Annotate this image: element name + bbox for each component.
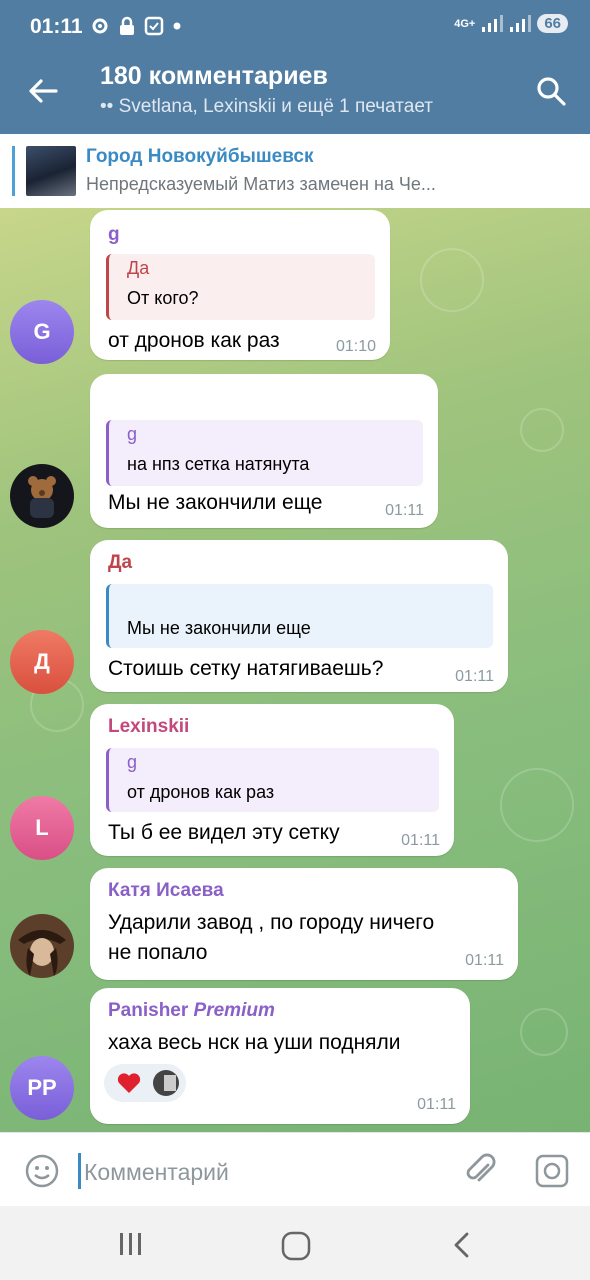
message-text: хаха весь нск на уши подняли [108, 1031, 401, 1054]
gear-icon [92, 18, 108, 34]
system-nav-bar [0, 1206, 590, 1280]
sender-name: Panisher [108, 1000, 189, 1021]
message-text: Стоишь сетку натягиваешь? [108, 657, 384, 680]
camera-icon[interactable] [534, 1153, 570, 1189]
message-bubble[interactable]: g на нпз сетка натянута Мы не закончили … [90, 374, 438, 528]
message-bubble[interactable]: Lexinskii g от дронов как раз Ты б ее ви… [90, 704, 454, 856]
message-sender: Lexinskii [108, 716, 190, 737]
avatar[interactable]: PP [10, 1056, 74, 1120]
message-sender: g [108, 224, 120, 245]
avatar[interactable]: L [10, 796, 74, 860]
quote-sender: Да [127, 258, 150, 278]
pinned-accent-bar [12, 146, 15, 196]
comment-input[interactable] [82, 1151, 446, 1193]
chat-header: 180 комментариев •• Svetlana, Lexinskii … [0, 56, 590, 134]
search-icon[interactable] [534, 74, 568, 108]
avatar[interactable]: G [10, 300, 74, 364]
pinned-thumbnail [26, 146, 76, 196]
message-sender: Panisher Premium [108, 1000, 275, 1022]
quote-text: от дронов как раз [127, 782, 275, 802]
message-bubble[interactable]: Panisher Premium хаха весь нск на уши по… [90, 988, 470, 1124]
status-bar: 01:11 4G+ 66 [0, 0, 590, 56]
avatar[interactable] [10, 464, 74, 528]
message-time: 01:10 [335, 338, 376, 355]
quote-sender: g [127, 424, 138, 444]
signal-icon [510, 14, 532, 32]
avatar[interactable]: Д [10, 630, 74, 694]
pinned-post-text: Непредсказуемый Матиз замечен на Че... [86, 174, 436, 194]
heart-icon [117, 1073, 141, 1093]
premium-badge: Premium [193, 1000, 275, 1021]
pinned-post[interactable]: Город Новокуйбышевск Непредсказуемый Мат… [0, 134, 590, 209]
avatar[interactable] [10, 914, 74, 978]
wallpaper-doodle [520, 1008, 568, 1056]
quote-text: на нпз сетка натянута [127, 454, 310, 474]
typing-status: •• Svetlana, Lexinskii и ещё 1 печатает [100, 96, 433, 117]
lock-icon [120, 16, 134, 35]
chat-area[interactable]: g Да От кого? от дронов как раз 01:10 G … [0, 208, 590, 1132]
status-left-icons [90, 16, 182, 36]
message-bubble[interactable]: Катя Исаева Ударили завод , по городу ни… [90, 868, 518, 980]
network-label: 4G+ [454, 17, 476, 30]
wallpaper-doodle [500, 768, 574, 842]
dot-icon [173, 22, 181, 30]
back-nav-icon[interactable] [448, 1230, 476, 1260]
message-text: не попало [108, 941, 208, 964]
reply-quote[interactable]: Мы не закончили еще [106, 584, 493, 648]
quote-text: От кого? [127, 288, 199, 308]
recent-apps-icon[interactable] [116, 1230, 146, 1258]
wallpaper-doodle [520, 408, 564, 452]
message-time: 01:11 [417, 1096, 456, 1113]
page-title: 180 комментариев [100, 62, 328, 90]
pinned-channel-name: Город Новокуйбышевск [86, 146, 314, 167]
message-bubble[interactable]: g Да От кого? от дронов как раз 01:10 [90, 210, 390, 360]
message-text: от дронов как раз [108, 329, 280, 352]
message-sender: Катя Исаева [108, 880, 224, 901]
signal-icon [482, 14, 504, 32]
message-text: Ударили завод , по городу ничего [108, 911, 435, 934]
battery-indicator: 66 [537, 14, 568, 33]
wallpaper-doodle [420, 248, 484, 312]
message-bubble[interactable]: Да Мы не закончили еще Стоишь сетку натя… [90, 540, 508, 692]
text-cursor [78, 1153, 81, 1189]
message-time: 01:11 [401, 832, 440, 849]
comment-input-bar [0, 1132, 590, 1207]
back-arrow-icon[interactable] [26, 74, 60, 108]
message-time: 01:11 [455, 668, 494, 685]
reply-quote[interactable]: g на нпз сетка натянута [106, 420, 423, 486]
reactor-avatar [153, 1070, 179, 1096]
home-icon[interactable] [280, 1230, 312, 1262]
message-time: 01:11 [465, 952, 504, 969]
reply-quote[interactable]: Да От кого? [106, 254, 375, 320]
paperclip-icon[interactable] [462, 1151, 498, 1189]
message-text: Мы не закончили еще [108, 491, 323, 514]
emoji-icon[interactable] [24, 1153, 60, 1189]
status-right-icons: 4G+ 66 [454, 14, 568, 33]
message-text: Ты б ее видел эту сетку [108, 821, 340, 844]
message-sender: Да [108, 552, 133, 573]
status-time: 01:11 [30, 15, 83, 38]
quote-text: Мы не закончили еще [127, 618, 311, 638]
shield-icon [144, 16, 164, 36]
reaction-chip[interactable] [104, 1064, 186, 1102]
quote-sender: g [127, 752, 138, 772]
reply-quote[interactable]: g от дронов как раз [106, 748, 439, 812]
message-time: 01:11 [385, 502, 424, 519]
